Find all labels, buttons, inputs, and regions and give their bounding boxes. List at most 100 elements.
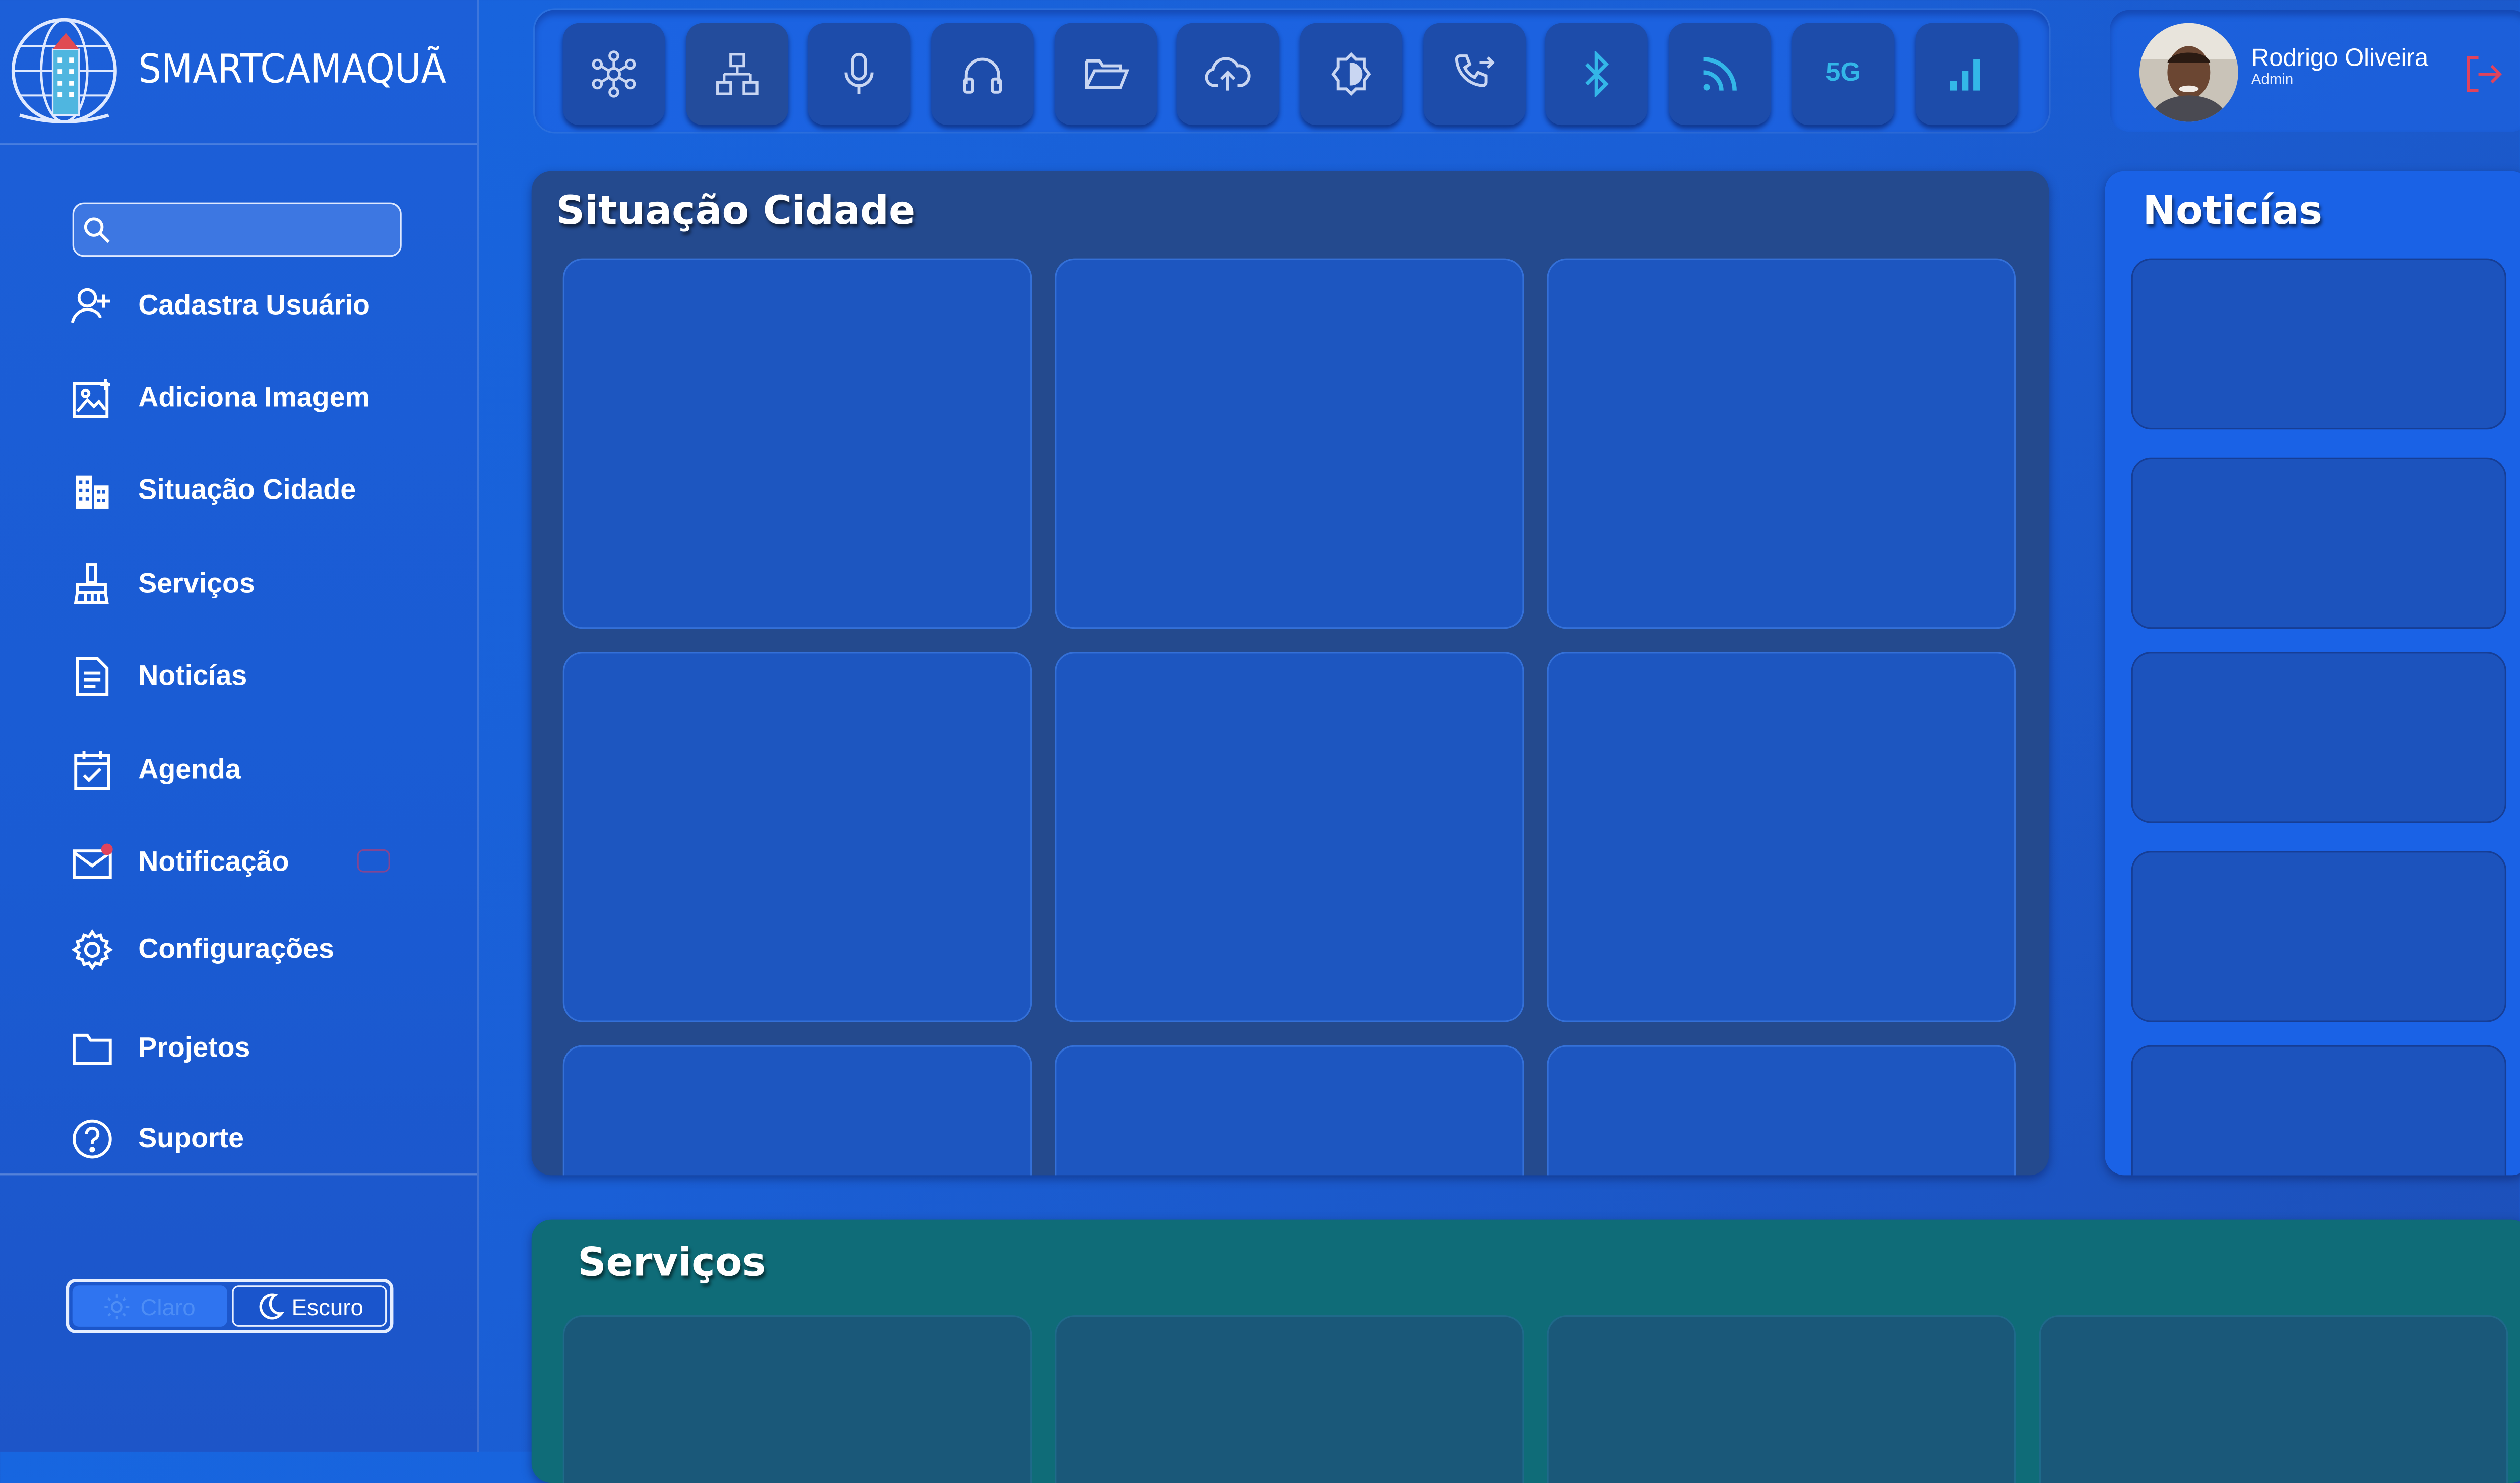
sidebar-divider bbox=[0, 1173, 477, 1176]
notification-count-badge bbox=[357, 849, 390, 873]
sidebar-item-label: Adiciona Imagem bbox=[138, 382, 370, 413]
theme-toggle[interactable]: Claro Escuro bbox=[66, 1279, 394, 1333]
hierarchy-icon bbox=[716, 53, 759, 95]
calendar-check-icon bbox=[69, 747, 115, 793]
service-card[interactable] bbox=[2039, 1315, 2508, 1483]
sidebar-item-label: Situação Cidade bbox=[138, 474, 356, 506]
cloud-upload-icon bbox=[1205, 57, 1251, 91]
network-button[interactable] bbox=[562, 23, 665, 126]
logout-icon[interactable] bbox=[2462, 52, 2505, 95]
signal-button[interactable] bbox=[1915, 23, 2018, 126]
city-card[interactable] bbox=[1055, 1045, 1524, 1176]
sidebar-item-servicos[interactable]: Serviços bbox=[69, 560, 255, 609]
brightness-icon bbox=[1331, 52, 1371, 96]
user-profile: Rodrigo Oliveira Admin bbox=[2110, 10, 2520, 132]
service-card[interactable] bbox=[562, 1315, 1032, 1483]
sidebar-item-noticias[interactable]: Noticías bbox=[69, 652, 247, 701]
news-card[interactable] bbox=[2131, 457, 2507, 629]
logo-bar: SMARTCAMAQUÃ bbox=[0, 0, 477, 145]
rss-icon bbox=[1703, 57, 1737, 91]
sidebar-item-label: Serviços bbox=[138, 568, 255, 599]
folder-icon bbox=[69, 1025, 115, 1071]
sidebar-item-suporte[interactable]: Suporte bbox=[69, 1115, 244, 1164]
city-status-panel: Situação Cidade bbox=[531, 171, 2049, 1176]
signal-bars-icon bbox=[1950, 59, 1980, 91]
cloud-upload-button[interactable] bbox=[1176, 23, 1279, 126]
headphones-button[interactable] bbox=[931, 23, 1034, 126]
moon-icon bbox=[260, 1292, 285, 1319]
5g-button[interactable]: 5G bbox=[1792, 23, 1895, 126]
phone-forward-button[interactable] bbox=[1423, 23, 1526, 126]
sidebar-item-configuracoes[interactable]: Configurações bbox=[69, 925, 334, 974]
city-card[interactable] bbox=[562, 258, 1032, 629]
sidebar-item-label: Agenda bbox=[138, 754, 241, 785]
news-panel: Noticías bbox=[2105, 171, 2520, 1176]
avatar[interactable] bbox=[2139, 23, 2238, 122]
sidebar-item-label: Noticías bbox=[138, 660, 247, 692]
microphone-button[interactable] bbox=[808, 23, 910, 126]
city-globe-logo-icon bbox=[11, 18, 117, 123]
help-icon bbox=[69, 1116, 115, 1162]
sidebar-item-agenda[interactable]: Agenda bbox=[69, 746, 241, 795]
broom-icon bbox=[69, 561, 115, 607]
theme-light-option[interactable]: Claro bbox=[72, 1285, 227, 1327]
sun-icon bbox=[105, 1293, 130, 1319]
sidebar-item-projetos[interactable]: Projetos bbox=[69, 1024, 250, 1073]
city-card[interactable] bbox=[1547, 258, 2016, 629]
user-avatar-photo bbox=[2139, 23, 2238, 122]
user-plus-icon bbox=[69, 283, 115, 329]
top-toolbar: 5G bbox=[535, 10, 2049, 132]
folder-open-icon bbox=[1085, 59, 1130, 89]
gear-icon bbox=[69, 926, 115, 972]
mail-icon bbox=[69, 839, 115, 885]
hierarchy-button[interactable] bbox=[686, 23, 789, 126]
rss-button[interactable] bbox=[1669, 23, 1771, 126]
service-card[interactable] bbox=[1547, 1315, 2016, 1483]
sidebar-item-situacao-cidade[interactable]: Situação Cidade bbox=[69, 466, 356, 515]
news-title: Noticías bbox=[2143, 188, 2323, 234]
services-title: Serviços bbox=[578, 1239, 766, 1286]
app-logo-text: SMARTCAMAQUÃ bbox=[138, 46, 447, 92]
bluetooth-button[interactable] bbox=[1545, 23, 1648, 126]
sidebar-item-adiciona-imagem[interactable]: Adiciona Imagem bbox=[69, 374, 370, 423]
bluetooth-icon bbox=[1585, 51, 1609, 97]
theme-light-label: Claro bbox=[140, 1292, 196, 1320]
city-card[interactable] bbox=[1055, 258, 1524, 629]
city-card[interactable] bbox=[1547, 1045, 2016, 1176]
folder-open-button[interactable] bbox=[1055, 23, 1157, 126]
brightness-button[interactable] bbox=[1300, 23, 1403, 126]
news-card[interactable] bbox=[2131, 652, 2507, 823]
user-name: Rodrigo Oliveira bbox=[2251, 44, 2429, 73]
document-icon bbox=[69, 653, 115, 699]
city-card[interactable] bbox=[1055, 652, 1524, 1022]
sidebar-item-label: Configurações bbox=[138, 933, 334, 965]
city-card[interactable] bbox=[1547, 652, 2016, 1022]
user-role: Admin bbox=[2251, 71, 2294, 88]
theme-dark-label: Escuro bbox=[291, 1292, 363, 1320]
news-card[interactable] bbox=[2131, 851, 2507, 1022]
search-box[interactable] bbox=[72, 202, 402, 257]
news-card[interactable] bbox=[2131, 1045, 2507, 1176]
news-card[interactable] bbox=[2131, 258, 2507, 430]
city-status-title: Situação Cidade bbox=[556, 188, 916, 234]
sidebar-item-notificacao[interactable]: Notificação bbox=[69, 838, 390, 887]
city-card[interactable] bbox=[562, 1045, 1032, 1176]
sidebar-item-label: Suporte bbox=[138, 1122, 244, 1154]
image-plus-icon bbox=[69, 375, 115, 421]
buildings-icon bbox=[69, 467, 115, 513]
microphone-icon bbox=[844, 52, 874, 94]
sidebar: SMARTCAMAQUÃ Cadastra Usuário Adiciona I bbox=[0, 0, 479, 1452]
5g-icon: 5G bbox=[1825, 59, 1861, 88]
city-card[interactable] bbox=[562, 652, 1032, 1022]
headphones-icon bbox=[963, 57, 1002, 94]
service-card[interactable] bbox=[1055, 1315, 1524, 1483]
network-icon bbox=[592, 50, 636, 98]
phone-forward-icon bbox=[1455, 54, 1495, 87]
sidebar-item-label: Cadastra Usuário bbox=[138, 289, 370, 321]
services-panel: Serviços bbox=[531, 1219, 2520, 1483]
sidebar-item-label: Projetos bbox=[138, 1032, 250, 1064]
sidebar-item-cadastra-usuario[interactable]: Cadastra Usuário bbox=[69, 281, 370, 331]
search-input[interactable] bbox=[116, 210, 395, 252]
theme-dark-option[interactable]: Escuro bbox=[232, 1285, 387, 1327]
sidebar-item-label: Notificação bbox=[138, 846, 289, 878]
